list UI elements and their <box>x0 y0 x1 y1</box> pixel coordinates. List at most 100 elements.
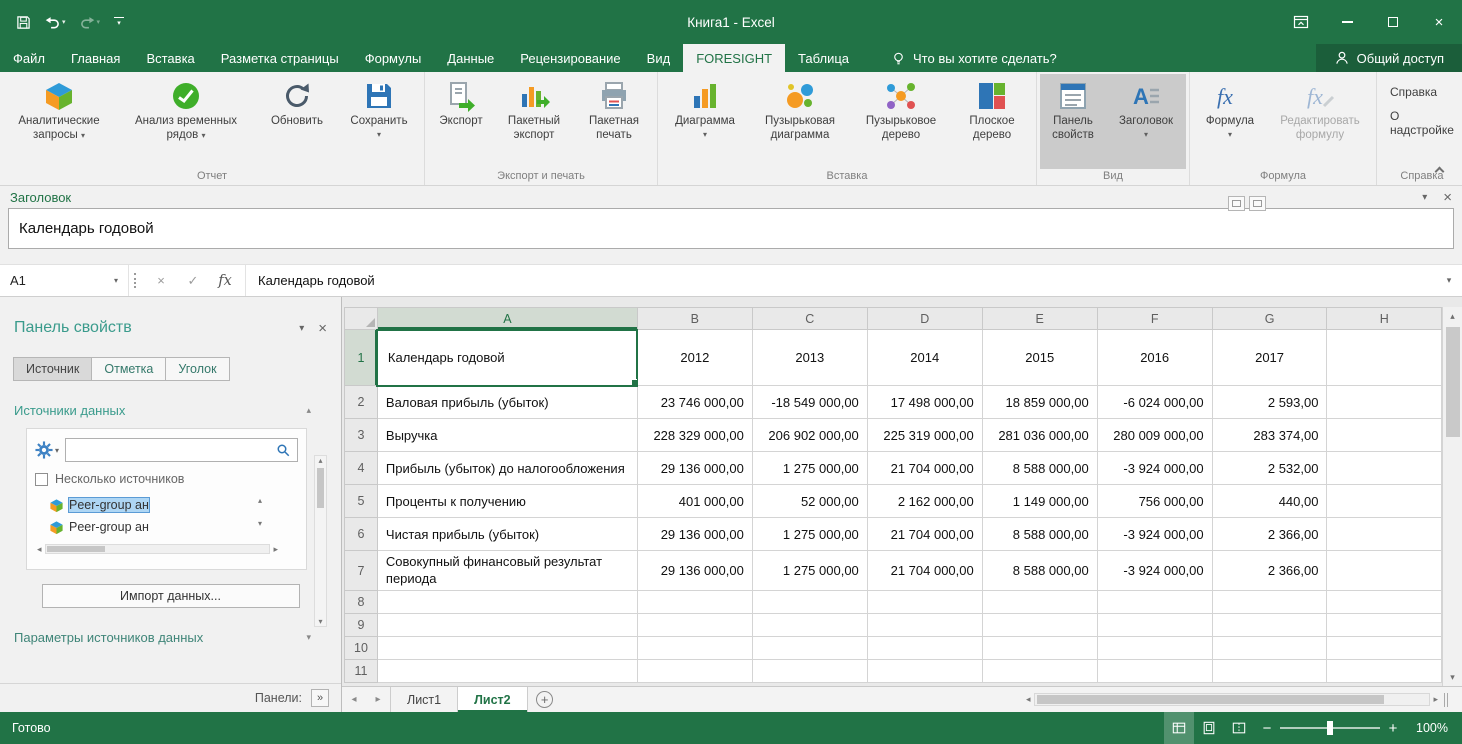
cell[interactable] <box>637 660 752 683</box>
flat-tree-button[interactable]: Плоское дерево <box>951 74 1033 169</box>
zoom-out-button[interactable]: − <box>1254 720 1280 737</box>
multiple-sources-checkbox[interactable] <box>35 473 48 486</box>
cell[interactable] <box>1327 660 1442 683</box>
row-header[interactable]: 8 <box>345 591 378 614</box>
cell[interactable] <box>1327 551 1442 591</box>
cell[interactable]: 228 329 000,00 <box>637 419 752 452</box>
new-sheet-button[interactable]: + <box>528 687 562 712</box>
cell[interactable]: Чистая прибыль (убыток) <box>377 518 637 551</box>
cell[interactable]: 29 136 000,00 <box>637 518 752 551</box>
source-list-item[interactable]: Peer-group ан <box>35 494 280 516</box>
cell[interactable]: -3 924 000,00 <box>1097 551 1212 591</box>
panel-collapse-icon[interactable]: ▾ <box>1422 192 1427 203</box>
cell[interactable]: 2 366,00 <box>1212 551 1327 591</box>
row-header[interactable]: 3 <box>345 419 378 452</box>
cell[interactable] <box>1097 637 1212 660</box>
ribbon-display-options-button[interactable] <box>1278 0 1324 44</box>
tab-review[interactable]: Рецензирование <box>507 44 633 72</box>
tab-view[interactable]: Вид <box>634 44 684 72</box>
cell[interactable]: Выручка <box>377 419 637 452</box>
cell[interactable] <box>1327 386 1442 419</box>
cell[interactable] <box>1327 452 1442 485</box>
select-all-corner[interactable] <box>345 308 378 330</box>
cell[interactable] <box>752 614 867 637</box>
search-box[interactable] <box>65 438 298 462</box>
cell[interactable] <box>752 591 867 614</box>
help-button[interactable]: Справка <box>1380 80 1447 104</box>
row-header[interactable]: 5 <box>345 485 378 518</box>
cell[interactable]: Прибыль (убыток) до налогообложения <box>377 452 637 485</box>
zoom-in-button[interactable]: + <box>1380 720 1406 737</box>
row-header[interactable]: 2 <box>345 386 378 419</box>
cell[interactable]: 1 149 000,00 <box>982 485 1097 518</box>
panel-collapse-icon[interactable]: ▾ <box>299 323 304 334</box>
cell[interactable] <box>637 614 752 637</box>
cell[interactable] <box>1327 485 1442 518</box>
cell[interactable] <box>1212 614 1327 637</box>
scrollbar-track[interactable] <box>45 544 271 554</box>
panel-close-icon[interactable]: × <box>1443 189 1452 206</box>
tab-data[interactable]: Данные <box>434 44 507 72</box>
cell[interactable]: 8 588 000,00 <box>982 452 1097 485</box>
zoom-slider-thumb[interactable] <box>1327 721 1333 735</box>
cell[interactable] <box>1327 419 1442 452</box>
cell[interactable] <box>1327 591 1442 614</box>
sheet-nav-right-icon[interactable]: ▸ <box>366 687 390 712</box>
name-box-splitter[interactable] <box>128 265 141 296</box>
cell[interactable]: 1 275 000,00 <box>752 452 867 485</box>
scrollbar-thumb[interactable] <box>47 546 105 552</box>
column-header-b[interactable]: B <box>637 308 752 330</box>
row-header[interactable]: 10 <box>345 637 378 660</box>
row-header[interactable]: 4 <box>345 452 378 485</box>
cell[interactable]: 1 275 000,00 <box>752 551 867 591</box>
name-box[interactable]: A1 ▾ <box>0 265 128 296</box>
cell[interactable]: -3 924 000,00 <box>1097 452 1212 485</box>
scroll-down-icon[interactable]: ▾ <box>318 617 322 626</box>
cell[interactable]: 18 859 000,00 <box>982 386 1097 419</box>
cell[interactable]: 8 588 000,00 <box>982 518 1097 551</box>
scroll-right-icon[interactable]: ▸ <box>273 544 278 555</box>
formula-input[interactable]: Календарь годовой <box>245 265 1436 296</box>
cell[interactable] <box>867 614 982 637</box>
cell[interactable] <box>867 591 982 614</box>
cell[interactable]: 283 374,00 <box>1212 419 1327 452</box>
header-text-input[interactable]: Календарь годовой <box>8 208 1454 249</box>
panel-close-icon[interactable]: × <box>318 320 327 337</box>
tab-mark[interactable]: Отметка <box>91 357 166 381</box>
confirm-entry-icon[interactable]: ✓ <box>177 273 209 289</box>
cell[interactable]: -18 549 000,00 <box>752 386 867 419</box>
tab-file[interactable]: Файл <box>0 44 58 72</box>
cell[interactable]: Совокупный финансовый результат периода <box>377 551 637 591</box>
search-input[interactable] <box>72 443 276 457</box>
chart-button[interactable]: Диаграмма ▾ <box>661 74 749 169</box>
cell[interactable]: 2015 <box>982 330 1097 386</box>
cell[interactable] <box>1212 591 1327 614</box>
cell[interactable] <box>1327 637 1442 660</box>
cell[interactable] <box>1327 518 1442 551</box>
tab-foresight[interactable]: FORESIGHT <box>683 44 785 72</box>
column-header-a[interactable]: A <box>377 308 637 330</box>
scroll-down-icon[interactable]: ▾ <box>1443 668 1462 686</box>
cell[interactable]: 2 593,00 <box>1212 386 1327 419</box>
cell[interactable]: -6 024 000,00 <box>1097 386 1212 419</box>
page-layout-view-button[interactable] <box>1194 712 1224 744</box>
tell-me-box[interactable]: Что вы хотите сделать? <box>878 44 1070 72</box>
cell[interactable]: 2017 <box>1212 330 1327 386</box>
share-button[interactable]: Общий доступ <box>1316 44 1462 72</box>
source-params-section-header[interactable]: Параметры источников данных ▾ <box>14 630 311 645</box>
row-header[interactable]: 7 <box>345 551 378 591</box>
row-header[interactable]: 11 <box>345 660 378 683</box>
expand-formula-bar-icon[interactable]: ▾ <box>1436 265 1462 296</box>
list-horizontal-scrollbar[interactable]: ◂ ▸ <box>37 542 278 556</box>
data-sources-section-header[interactable]: Источники данных ▴ <box>14 403 311 418</box>
properties-panel-toggle-button[interactable]: Панель свойств <box>1040 74 1106 169</box>
panel-vertical-scrollbar[interactable]: ▴ ▾ <box>314 455 327 627</box>
minimize-button[interactable] <box>1324 0 1370 44</box>
fill-handle[interactable] <box>631 379 637 385</box>
cell[interactable]: 1 275 000,00 <box>752 518 867 551</box>
cell[interactable] <box>377 660 637 683</box>
cell[interactable] <box>377 614 637 637</box>
cell[interactable]: Проценты к получению <box>377 485 637 518</box>
cell[interactable]: 52 000,00 <box>752 485 867 518</box>
cell[interactable] <box>637 637 752 660</box>
